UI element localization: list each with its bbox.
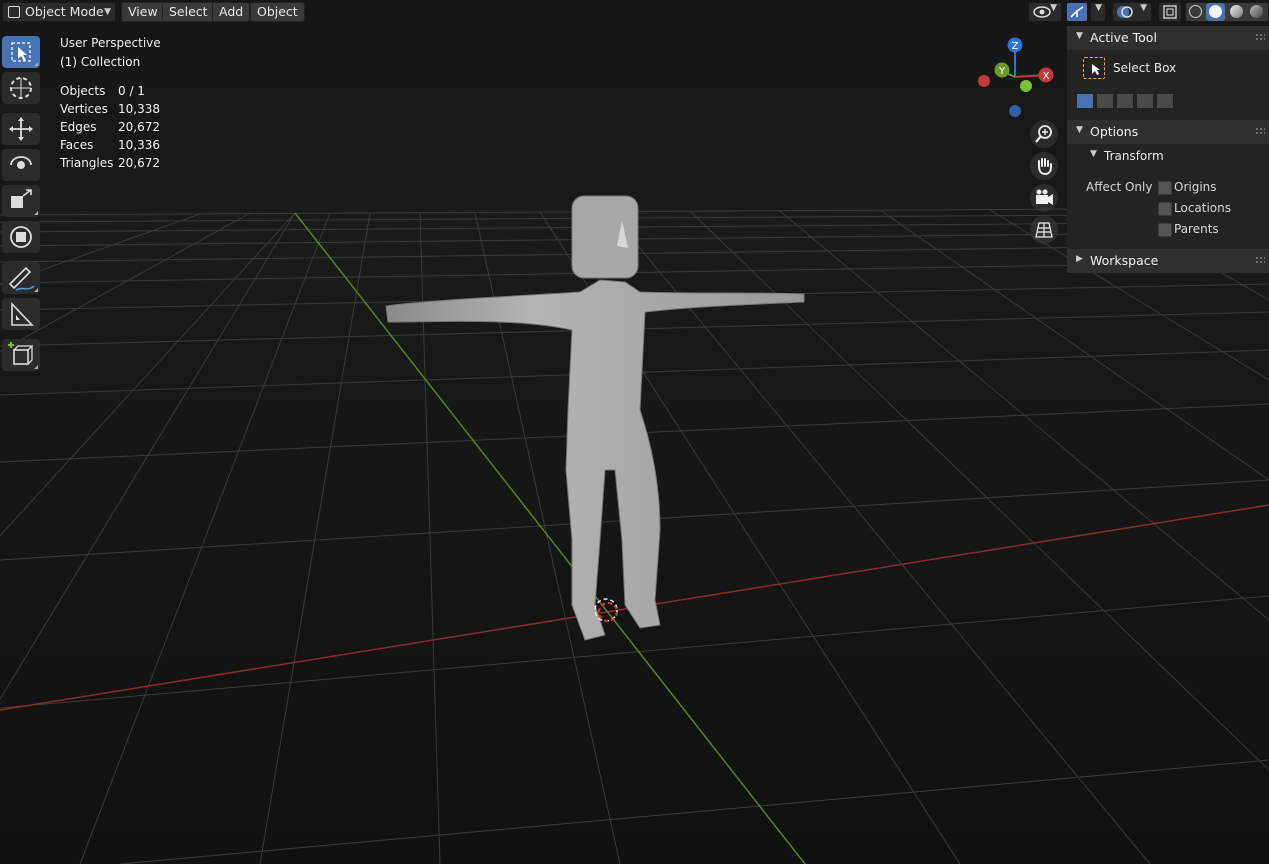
grid-icon <box>1035 222 1053 238</box>
stat-label: Objects <box>60 84 106 98</box>
wireframe-icon[interactable] <box>1189 5 1202 18</box>
select-mode-extend[interactable] <box>1096 93 1114 109</box>
select-mode-invert[interactable] <box>1136 93 1154 109</box>
mode-selector[interactable]: Object Mode ▼ <box>2 2 116 22</box>
gizmo-z-label: Z <box>1012 41 1019 52</box>
active-tool-panel-header[interactable]: ▼ Active Tool <box>1067 26 1269 50</box>
perspective-toggle-button[interactable] <box>1030 216 1058 244</box>
expand-triangle-icon: ▶ <box>1076 254 1083 264</box>
chevron-down-icon: ▼ <box>1140 3 1147 13</box>
menu-view[interactable]: View <box>121 2 165 22</box>
view-name: User Perspective <box>60 36 161 50</box>
workspace-panel-header[interactable]: ▶ Workspace <box>1067 249 1269 273</box>
tool-annotate[interactable] <box>2 262 40 294</box>
menu-object[interactable]: Object <box>250 2 305 22</box>
solid-sphere <box>1209 5 1222 18</box>
menu-add[interactable]: Add <box>212 2 251 22</box>
drag-handle-icon[interactable] <box>1255 127 1265 135</box>
overlays-button[interactable]: ▼ <box>1112 2 1152 22</box>
transform-subpanel-header[interactable]: ▼ Transform <box>1067 145 1269 167</box>
active-tool-name: Select Box <box>1113 61 1177 75</box>
origins-checkbox[interactable] <box>1158 181 1172 195</box>
zoom-icon <box>1035 125 1052 143</box>
affect-only-label: Affect Only <box>1086 180 1153 194</box>
options-title: Options <box>1090 124 1139 139</box>
drag-handle-icon[interactable] <box>1255 33 1265 41</box>
chevron-down-icon: ▼ <box>104 7 111 17</box>
measure-icon <box>11 302 34 326</box>
chevron-down-icon: ▼ <box>1050 3 1057 13</box>
active-tool-title: Active Tool <box>1090 30 1157 45</box>
tool-select-box[interactable] <box>2 36 40 68</box>
stat-label: Triangles <box>60 156 114 170</box>
collection-name: (1) Collection <box>60 55 141 69</box>
object-mode-cube-icon <box>8 6 20 18</box>
stat-value: 10,336 <box>118 138 160 152</box>
gizmo-toggle-button[interactable] <box>1066 2 1088 22</box>
parents-label: Parents <box>1174 222 1219 236</box>
tool-cursor[interactable] <box>2 72 40 104</box>
stat-value: 20,672 <box>118 156 160 170</box>
camera-view-button[interactable] <box>1030 184 1058 212</box>
locations-label: Locations <box>1174 201 1232 215</box>
move-icon <box>9 117 33 141</box>
stat-label: Vertices <box>60 102 108 116</box>
options-panel-header[interactable]: ▼ Options <box>1067 120 1269 144</box>
select-mode-intersect[interactable] <box>1156 93 1174 109</box>
select-mode-new[interactable] <box>1076 93 1094 109</box>
tool-add-cube[interactable] <box>2 339 40 371</box>
xray-icon <box>1163 5 1177 19</box>
transform-icon <box>10 226 32 248</box>
select-box-icon <box>1092 64 1100 75</box>
collapse-triangle-icon: ▼ <box>1076 125 1083 135</box>
rotate-icon <box>10 156 32 169</box>
rendered-icon[interactable] <box>1250 5 1263 18</box>
active-tool-icon <box>1083 57 1105 79</box>
stat-value: 20,672 <box>118 120 160 134</box>
material-icon[interactable] <box>1230 5 1243 18</box>
tool-transform[interactable] <box>2 221 40 253</box>
tool-rotate[interactable] <box>2 149 40 181</box>
stat-label: Edges <box>60 120 97 134</box>
drag-handle-icon[interactable] <box>1255 256 1265 264</box>
collapse-triangle-icon: ▼ <box>1076 31 1083 41</box>
xray-toggle[interactable] <box>1158 2 1182 22</box>
zoom-button[interactable] <box>1030 120 1058 148</box>
sidebar-panel: ▼ Active Tool Select Box ▼ Options ▼ Tra… <box>1067 26 1269 273</box>
tool-scale[interactable] <box>2 185 40 217</box>
stat-label: Faces <box>60 138 94 152</box>
gizmo-y-label: Y <box>998 66 1006 77</box>
gizmo-x-label: X <box>1043 71 1050 82</box>
cursor-icon <box>10 77 32 99</box>
stat-value: 0 / 1 <box>118 84 145 98</box>
chevron-down-icon: ▼ <box>1095 3 1102 13</box>
shading-modes <box>1185 2 1269 22</box>
gizmo-icon <box>1070 6 1084 18</box>
mode-label: Object Mode <box>25 4 104 19</box>
viewport-visibility-button[interactable]: ▼ <box>1028 2 1062 22</box>
hand-icon <box>1038 158 1052 176</box>
camera-icon <box>1036 189 1053 205</box>
tool-measure[interactable] <box>2 298 40 330</box>
parents-checkbox[interactable] <box>1158 223 1172 237</box>
menu-select[interactable]: Select <box>162 2 215 22</box>
eye-icon <box>1033 6 1051 18</box>
tool-move[interactable] <box>2 113 40 145</box>
workspace-title: Workspace <box>1090 253 1159 268</box>
collapse-triangle-icon: ▼ <box>1090 149 1097 159</box>
select-mode-subtract[interactable] <box>1116 93 1134 109</box>
transform-title: Transform <box>1104 149 1164 163</box>
stat-value: 10,338 <box>118 102 160 116</box>
origins-label: Origins <box>1174 180 1217 194</box>
gizmo-dropdown[interactable]: ▼ <box>1090 2 1106 22</box>
overlay-icon <box>1117 6 1133 18</box>
pan-button[interactable] <box>1030 152 1058 180</box>
locations-checkbox[interactable] <box>1158 202 1172 216</box>
